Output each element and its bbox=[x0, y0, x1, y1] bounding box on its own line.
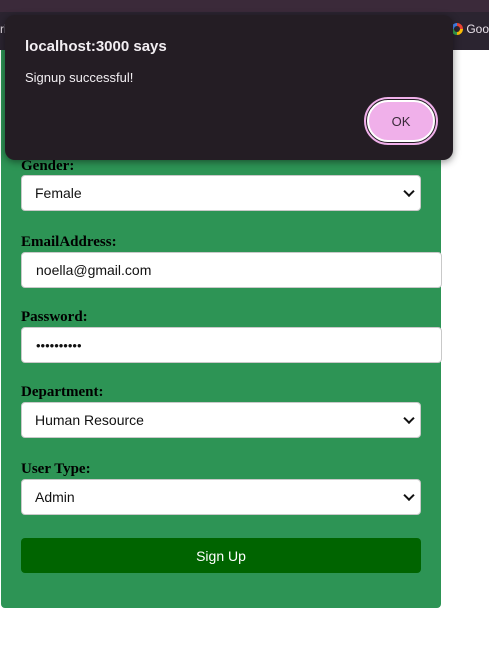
chevron-down-icon bbox=[403, 489, 415, 502]
gender-select[interactable]: Female bbox=[21, 175, 421, 211]
dialog-title: localhost:3000 says bbox=[25, 38, 167, 55]
dialog-message: Signup successful! bbox=[25, 70, 134, 85]
bookmark-google-label: Goo bbox=[466, 22, 489, 36]
department-select-value: Human Resource bbox=[35, 412, 144, 428]
chevron-down-icon bbox=[403, 412, 415, 425]
gender-select-value: Female bbox=[35, 185, 82, 201]
user-type-select-value: Admin bbox=[35, 489, 75, 505]
password-field-value: •••••••••• bbox=[36, 337, 82, 353]
google-icon bbox=[451, 23, 464, 35]
alert-dialog: localhost:3000 says Signup successful! O… bbox=[5, 15, 453, 160]
department-select[interactable]: Human Resource bbox=[21, 402, 421, 438]
ok-button[interactable]: OK bbox=[364, 97, 438, 145]
email-field-value: noella@gmail.com bbox=[36, 262, 152, 278]
chevron-down-icon bbox=[403, 185, 415, 198]
user-type-label: User Type: bbox=[21, 461, 91, 477]
password-label: Password: bbox=[21, 309, 88, 325]
email-field[interactable]: noella@gmail.com bbox=[21, 252, 442, 288]
password-field[interactable]: •••••••••• bbox=[21, 327, 442, 363]
gender-label: Gender: bbox=[21, 158, 75, 174]
sign-up-button[interactable]: Sign Up bbox=[21, 538, 421, 573]
bookmark-item-google[interactable]: Goo bbox=[451, 22, 489, 36]
browser-tabstrip bbox=[0, 0, 489, 12]
user-type-select[interactable]: Admin bbox=[21, 479, 421, 515]
email-label: EmailAddress: bbox=[21, 234, 117, 250]
department-label: Department: bbox=[21, 384, 104, 400]
